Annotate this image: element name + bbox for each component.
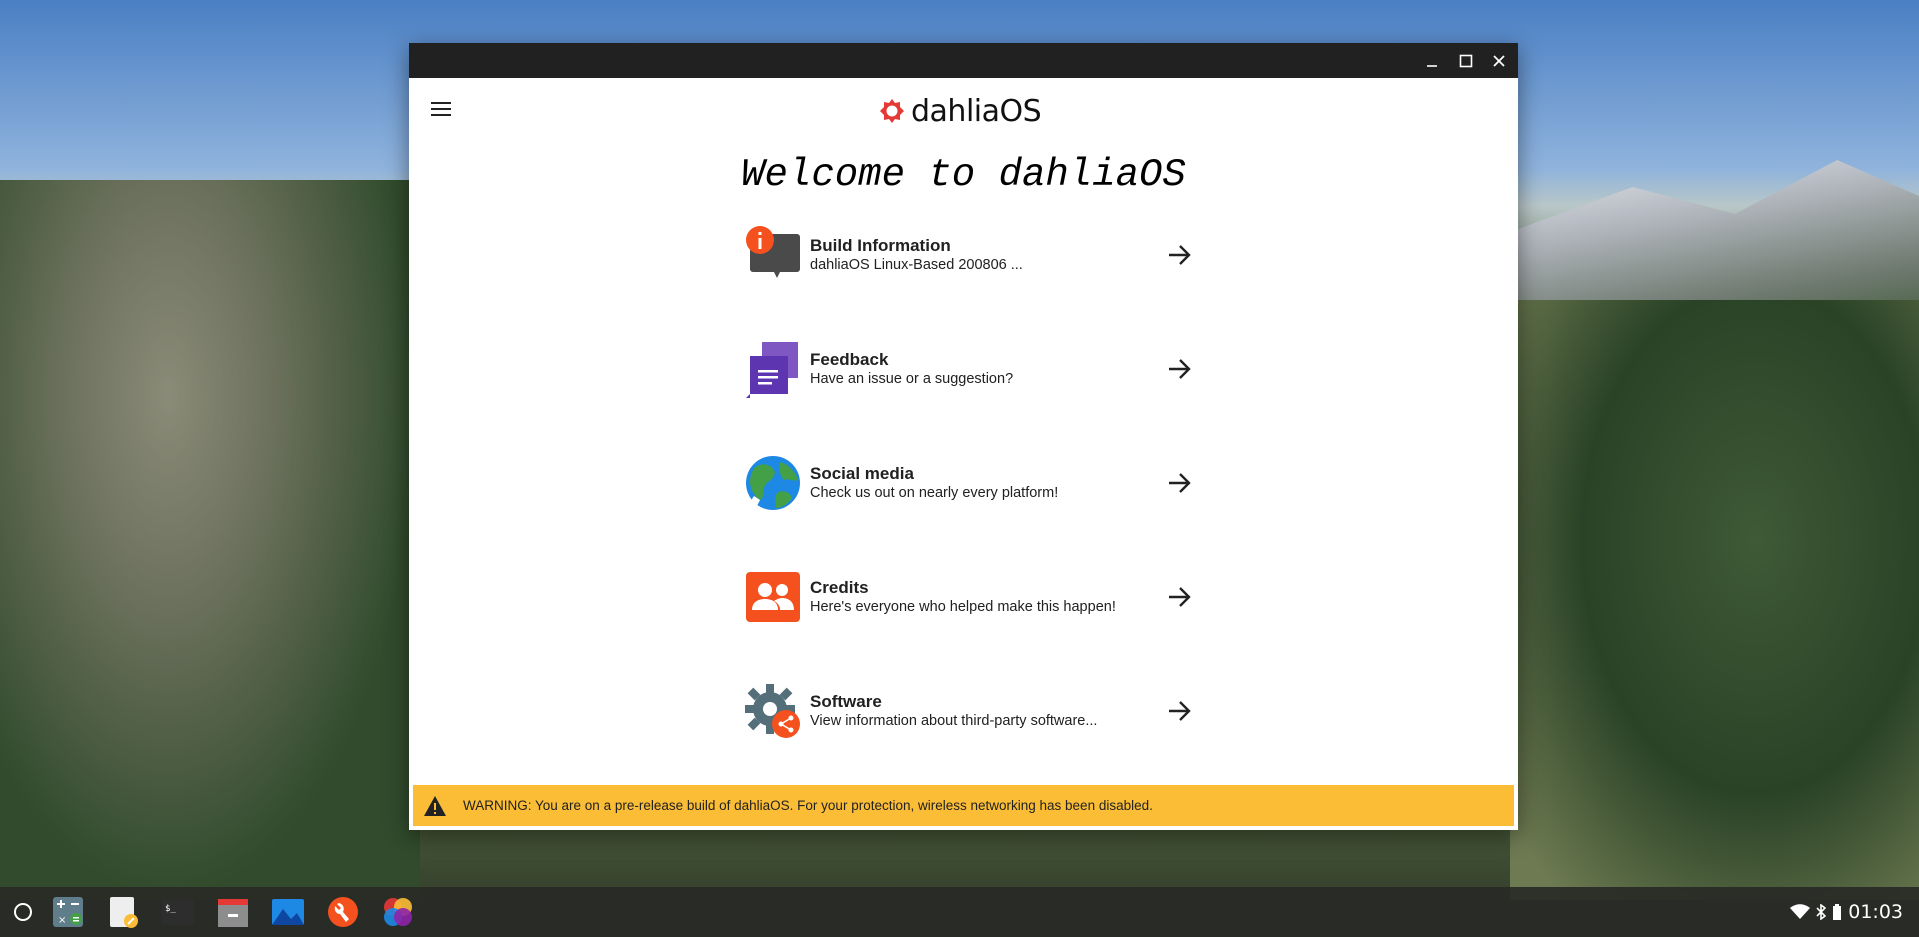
wifi-icon bbox=[1790, 904, 1811, 919]
people-icon bbox=[746, 572, 800, 622]
wallpaper-forest bbox=[1510, 300, 1919, 900]
credits-item[interactable]: Credits Here's everyone who helped make … bbox=[744, 562, 1194, 632]
maximize-icon bbox=[1459, 54, 1473, 67]
window-titlebar[interactable] bbox=[409, 43, 1518, 78]
welcome-window: dahliaOS Welcome to dahliaOS Build Infor… bbox=[409, 43, 1518, 830]
arrow-forward-icon bbox=[1169, 473, 1191, 493]
calculator-icon: × bbox=[53, 897, 83, 927]
svg-text:$_: $_ bbox=[165, 904, 176, 914]
globe-icon bbox=[746, 456, 800, 510]
feedback-icon bbox=[746, 342, 798, 398]
minimize-button[interactable] bbox=[1415, 43, 1449, 78]
settings-icon bbox=[328, 897, 358, 927]
hamburger-menu-icon bbox=[431, 102, 451, 116]
logo-text: dahliaOS bbox=[911, 93, 1042, 129]
bluetooth-icon bbox=[1816, 904, 1827, 920]
item-title: Feedback bbox=[810, 349, 889, 369]
close-icon bbox=[1493, 54, 1505, 67]
files-app[interactable] bbox=[216, 895, 250, 929]
item-title: Social media bbox=[810, 463, 914, 483]
item-subtitle: Check us out on nearly every platform! bbox=[810, 484, 1059, 501]
item-subtitle: dahliaOS Linux-Based 200806 ... bbox=[810, 256, 1023, 273]
warning-banner: WARNING: You are on a pre-release build … bbox=[413, 785, 1514, 826]
build-information-item[interactable]: Build Information dahliaOS Linux-Based 2… bbox=[744, 220, 1194, 290]
dahlia-flower-icon bbox=[880, 99, 904, 123]
warning-text: WARNING: You are on a pre-release build … bbox=[463, 798, 1153, 813]
settings-app[interactable] bbox=[326, 895, 360, 929]
social-media-item[interactable]: Social media Check us out on nearly ever… bbox=[744, 448, 1194, 518]
feedback-item[interactable]: Feedback Have an issue or a suggestion? bbox=[744, 334, 1194, 404]
minimize-icon bbox=[1427, 64, 1437, 67]
launcher-icon bbox=[14, 903, 32, 921]
graft-icon bbox=[384, 898, 412, 926]
item-title: Build Information bbox=[810, 235, 951, 255]
close-button[interactable] bbox=[1482, 43, 1516, 78]
wallpaper-rocks bbox=[0, 180, 420, 900]
media-icon bbox=[272, 899, 304, 925]
warning-icon bbox=[424, 795, 446, 816]
battery-icon bbox=[1833, 904, 1842, 920]
item-title: Software bbox=[810, 691, 882, 711]
svg-text:×: × bbox=[58, 915, 66, 926]
page-title: Welcome to dahliaOS bbox=[741, 153, 1186, 197]
taskbar: × $_ 01:03 bbox=[0, 887, 1919, 937]
menu-button[interactable] bbox=[425, 93, 457, 125]
launcher-button[interactable] bbox=[6, 895, 40, 929]
arrow-forward-icon bbox=[1169, 587, 1191, 607]
gear-share-icon bbox=[745, 684, 800, 738]
arrow-forward-icon bbox=[1169, 245, 1191, 265]
dahliaos-logo: dahliaOS bbox=[879, 91, 1042, 131]
item-subtitle: View information about third-party softw… bbox=[810, 712, 1098, 729]
build-info-icon bbox=[746, 226, 800, 278]
item-subtitle: Have an issue or a suggestion? bbox=[810, 370, 1014, 387]
media-app[interactable] bbox=[271, 895, 305, 929]
graft-app[interactable] bbox=[381, 895, 415, 929]
maximize-button[interactable] bbox=[1449, 43, 1483, 78]
clock: 01:03 bbox=[1848, 901, 1903, 923]
item-title: Credits bbox=[810, 577, 869, 597]
terminal-app[interactable]: $_ bbox=[161, 895, 195, 929]
item-subtitle: Here's everyone who helped make this hap… bbox=[810, 598, 1116, 615]
arrow-forward-icon bbox=[1169, 359, 1191, 379]
text-editor-app[interactable] bbox=[106, 895, 140, 929]
calculator-app[interactable]: × bbox=[51, 895, 85, 929]
files-icon bbox=[218, 899, 248, 927]
software-item[interactable]: Software View information about third-pa… bbox=[744, 676, 1194, 746]
system-tray[interactable]: 01:03 bbox=[1790, 887, 1903, 937]
arrow-forward-icon bbox=[1169, 701, 1191, 721]
text-editor-icon bbox=[110, 897, 138, 928]
terminal-icon: $_ bbox=[162, 899, 194, 925]
